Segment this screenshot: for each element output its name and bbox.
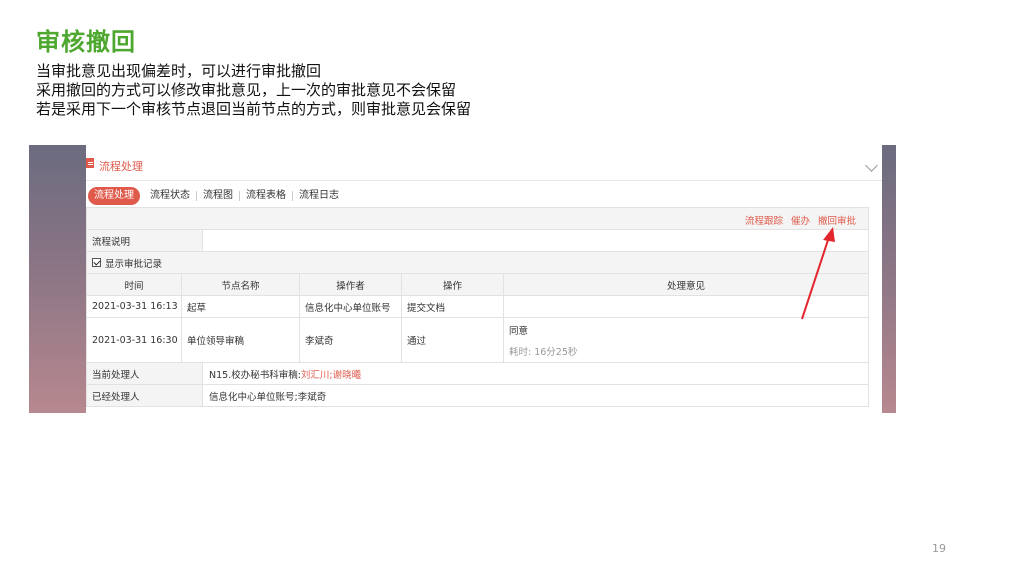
header-node: 节点名称 xyxy=(182,274,300,295)
tab-log[interactable]: 流程日志 xyxy=(293,187,345,205)
show-records-checkbox[interactable] xyxy=(92,258,101,267)
urge-link[interactable]: 催办 xyxy=(791,213,810,227)
current-handler-label: 当前处理人 xyxy=(87,363,203,384)
cell-node: 单位领导审稿 xyxy=(182,318,300,362)
cell-node: 起草 xyxy=(182,296,300,317)
slide-description: 当审批意见出现偏差时，可以进行审批撤回 采用撤回的方式可以修改审批意见，上一次的… xyxy=(36,62,471,119)
header-operator: 操作者 xyxy=(300,274,402,295)
current-people: 刘汇川;谢晓曦 xyxy=(300,369,362,381)
table-row: 2021-03-31 16:30 单位领导审稿 李斌奇 通过 同意 耗时: 16… xyxy=(87,318,869,363)
process-panel: 流程处理 流程处理 流程状态 流程图 流程表格 流程日志 流程跟踪 催办 撤回审… xyxy=(86,145,882,413)
description-row: 流程说明 xyxy=(87,230,869,252)
tab-bar: 流程处理 流程状态 流程图 流程表格 流程日志 xyxy=(88,187,345,205)
actions-row: 流程跟踪 催办 撤回审批 xyxy=(87,208,869,230)
current-node: N15.校办秘书科审稿: xyxy=(209,369,301,381)
show-records-row: 显示审批记录 xyxy=(87,252,869,274)
cell-time: 2021-03-31 16:13 xyxy=(87,296,182,317)
duration-text: 耗时: 16分25秒 xyxy=(509,346,578,358)
current-handler-row: 当前处理人 N15.校办秘书科审稿: 刘汇川;谢晓曦 xyxy=(87,363,869,385)
header-opinion: 处理意见 xyxy=(666,280,705,292)
cell-action: 通过 xyxy=(402,318,504,362)
cell-operator: 李斌奇 xyxy=(300,318,402,362)
cell-operator: 信息化中心单位账号 xyxy=(300,296,402,317)
track-link[interactable]: 流程跟踪 xyxy=(745,213,783,227)
tab-table[interactable]: 流程表格 xyxy=(240,187,292,205)
tab-status[interactable]: 流程状态 xyxy=(144,187,196,205)
withdraw-approval-link[interactable]: 撤回审批 xyxy=(818,213,856,227)
tab-diagram[interactable]: 流程图 xyxy=(197,187,239,205)
table-row: 2021-03-31 16:13 起草 信息化中心单位账号 提交文档 xyxy=(87,296,869,318)
action-links: 流程跟踪 催办 撤回审批 xyxy=(745,213,856,227)
current-handler-value: N15.校办秘书科审稿: 刘汇川;谢晓曦 xyxy=(209,363,361,384)
processed-handler-label: 已经处理人 xyxy=(87,385,203,406)
header-action: 操作 xyxy=(402,274,504,295)
processed-handler-row: 已经处理人 信息化中心单位账号;李斌奇 xyxy=(87,385,869,407)
screenshot-frame: 流程处理 流程处理 流程状态 流程图 流程表格 流程日志 流程跟踪 催办 撤回审… xyxy=(29,145,896,413)
desc-line-1: 当审批意见出现偏差时，可以进行审批撤回 xyxy=(36,62,322,80)
cell-time: 2021-03-31 16:30 xyxy=(87,318,182,362)
document-icon xyxy=(86,158,94,168)
slide-title: 审核撤回 xyxy=(36,28,136,56)
chevron-down-icon[interactable] xyxy=(865,159,878,172)
page-number: 19 xyxy=(932,542,946,555)
cell-action: 提交文档 xyxy=(402,296,504,317)
header-time: 时间 xyxy=(87,274,182,295)
cell-opinion xyxy=(504,296,868,317)
processed-handler-value: 信息化中心单位账号;李斌奇 xyxy=(209,391,327,403)
panel-title: 流程处理 xyxy=(99,160,143,173)
tab-process[interactable]: 流程处理 xyxy=(88,187,140,205)
records-header: 时间 节点名称 操作者 操作 处理意见 xyxy=(87,274,869,296)
panel-header: 流程处理 xyxy=(86,145,882,181)
process-grid: 流程跟踪 催办 撤回审批 流程说明 显示审批记录 时间 节点名称 操作者 操作 … xyxy=(86,207,869,407)
show-records-label: 显示审批记录 xyxy=(105,258,163,270)
opinion-text: 同意 xyxy=(509,325,529,337)
description-label: 流程说明 xyxy=(87,230,203,251)
cell-opinion: 同意 耗时: 16分25秒 xyxy=(504,318,868,362)
desc-line-2: 采用撤回的方式可以修改审批意见，上一次的审批意见不会保留 xyxy=(36,81,457,99)
desc-line-3: 若是采用下一个审核节点退回当前节点的方式，则审批意见会保留 xyxy=(36,100,472,118)
